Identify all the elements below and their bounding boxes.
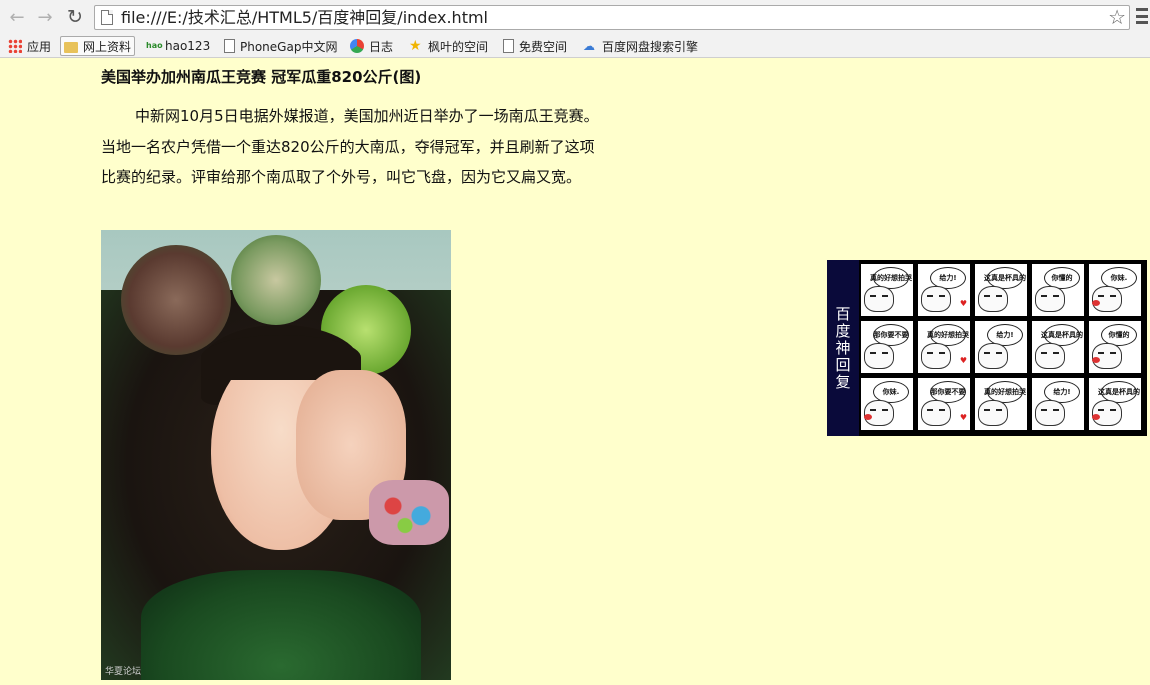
bookmark-diary[interactable]: 日志 xyxy=(350,36,393,56)
sticker-face-icon xyxy=(921,400,951,426)
photo-watermark: 华夏论坛 xyxy=(105,667,142,677)
sticker-face-icon xyxy=(1035,286,1065,312)
sticker-item[interactable]: 那你要不要 xyxy=(861,321,913,373)
sticker-face-icon xyxy=(1035,400,1065,426)
sticker-face-icon xyxy=(978,343,1008,369)
sticker-item[interactable]: 真的好想拍哭 xyxy=(861,264,913,316)
bookmark-free-space[interactable]: 免费空间 xyxy=(503,36,567,56)
bookmark-folder-online-materials[interactable]: 网上资料 xyxy=(60,36,136,56)
article-body: 中新网10月5日电据外媒报道，美国加州近日举办了一场南瓜王竞赛。当地一名农户凭借… xyxy=(101,107,599,186)
bookmark-baidu-pan-search[interactable]: ☁ 百度网盘搜索引擎 xyxy=(583,36,698,56)
reload-icon[interactable]: ↻ xyxy=(64,6,86,28)
bookmarks-bar: 应用 网上资料 hao hao123 PhoneGap中文网 日志 ★ 枫叶的空… xyxy=(0,34,1150,58)
bookmark-label: PhoneGap中文网 xyxy=(240,39,338,54)
bookmark-phonegap[interactable]: PhoneGap中文网 xyxy=(224,36,337,56)
bookmark-label: 免费空间 xyxy=(519,39,568,54)
url-text[interactable]: file:///E:/技术汇总/HTML5/百度神回复/index.html xyxy=(121,8,488,28)
sticker-item[interactable]: 你妹. xyxy=(861,378,913,430)
heart-icon: ♥ xyxy=(959,299,967,308)
sticker-face-icon xyxy=(978,286,1008,312)
sticker-item[interactable]: 给力! xyxy=(975,321,1027,373)
article-photo: 华夏论坛 xyxy=(101,230,451,680)
bookmark-label: hao123 xyxy=(165,39,211,53)
sticker-item[interactable]: 这真是杯具的 xyxy=(975,264,1027,316)
panel-tab[interactable]: 百度神回复 xyxy=(827,260,859,436)
back-arrow-icon[interactable]: ← xyxy=(6,6,28,28)
page-icon xyxy=(101,10,113,25)
bookmark-hao123[interactable]: hao hao123 xyxy=(146,36,210,56)
panel-tab-label: 百度神回复 xyxy=(833,305,852,391)
bookmark-label: 百度网盘搜索引擎 xyxy=(602,39,699,54)
page-icon xyxy=(224,39,235,53)
cloud-icon: ☁ xyxy=(583,39,595,53)
forward-arrow-icon[interactable]: → xyxy=(34,6,56,28)
bookmark-label: 枫叶的空间 xyxy=(428,39,489,54)
article-title: 美国举办加州南瓜王竞赛 冠军瓜重820公斤(图) xyxy=(101,68,422,86)
sticker-item[interactable]: 你妹. xyxy=(1089,264,1141,316)
browser-toolbar: ← → ↻ file:///E:/技术汇总/HTML5/百度神回复/index.… xyxy=(0,0,1150,34)
sticker-face-icon xyxy=(864,343,894,369)
sticker-face-icon xyxy=(921,286,951,312)
sticker-face-icon xyxy=(1035,343,1065,369)
folder-icon xyxy=(64,41,78,53)
sticker-face-icon xyxy=(864,400,894,426)
star-icon: ★ xyxy=(409,38,422,54)
bow-icon xyxy=(1092,414,1100,420)
apps-grid-icon xyxy=(8,39,22,53)
bookmark-label: 应用 xyxy=(27,39,52,54)
sticker-item[interactable]: 真的好想拍哭 ♥ xyxy=(918,321,970,373)
bow-icon xyxy=(1092,300,1100,306)
sticker-item[interactable]: 给力! ♥ xyxy=(918,264,970,316)
hao123-icon: hao xyxy=(146,41,163,50)
color-ball-icon xyxy=(350,39,364,53)
menu-icon[interactable] xyxy=(1136,8,1148,24)
reply-sticker-panel: 百度神回复 真的好想拍哭 给力! ♥ 这真是杯具的 你懂的 你妹. 那你要不要 真的好想拍哭 ♥… xyxy=(827,260,1147,436)
sticker-face-icon xyxy=(1092,286,1122,312)
sticker-item[interactable]: 给力! xyxy=(1032,378,1084,430)
sticker-item[interactable]: 真的好想拍哭 xyxy=(975,378,1027,430)
heart-icon: ♥ xyxy=(959,356,967,365)
bookmark-star-icon[interactable]: ☆ xyxy=(1108,6,1126,28)
sticker-item[interactable]: 那你要不要 ♥ xyxy=(918,378,970,430)
sticker-item[interactable]: 你懂的 xyxy=(1089,321,1141,373)
sticker-item[interactable]: 这真是杯具的 xyxy=(1089,378,1141,430)
sticker-grid: 真的好想拍哭 给力! ♥ 这真是杯具的 你懂的 你妹. 那你要不要 真的好想拍哭 ♥ 给力! 这真是… xyxy=(861,264,1141,430)
bookmark-maple-space[interactable]: ★ 枫叶的空间 xyxy=(409,36,488,56)
sticker-face-icon xyxy=(1092,343,1122,369)
bow-icon xyxy=(864,414,872,420)
page-icon xyxy=(503,39,514,53)
bookmark-label: 网上资料 xyxy=(83,39,132,54)
heart-icon: ♥ xyxy=(959,413,967,422)
sticker-face-icon xyxy=(1092,400,1122,426)
sticker-face-icon xyxy=(864,286,894,312)
bookmark-apps[interactable]: 应用 xyxy=(8,36,51,56)
bow-icon xyxy=(1092,357,1100,363)
sticker-face-icon xyxy=(978,400,1008,426)
sticker-face-icon xyxy=(921,343,951,369)
sticker-item[interactable]: 你懂的 xyxy=(1032,264,1084,316)
sticker-item[interactable]: 这真是杯具的 xyxy=(1032,321,1084,373)
address-bar[interactable]: file:///E:/技术汇总/HTML5/百度神回复/index.html ☆ xyxy=(94,5,1130,30)
bookmark-label: 日志 xyxy=(369,39,394,54)
